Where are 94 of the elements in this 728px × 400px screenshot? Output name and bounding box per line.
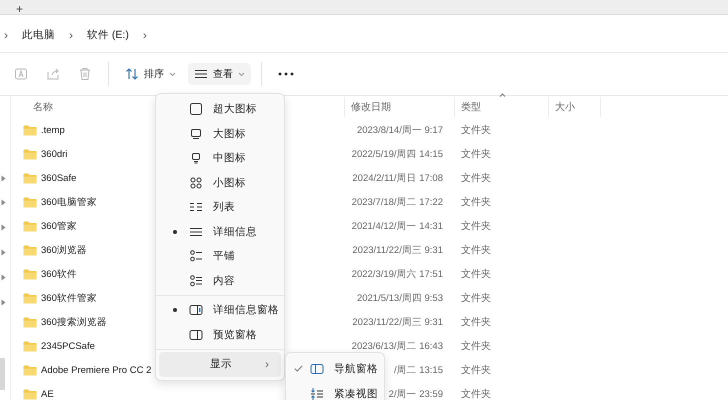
type-cell-text: 文件夹 — [460, 364, 492, 377]
lines-icon — [194, 69, 208, 79]
check-icon — [294, 364, 303, 372]
sort-button[interactable]: 排序 — [119, 63, 182, 85]
date-cell: 2/周一 23:59 — [388, 388, 443, 400]
type-cell-text: 文件夹 — [460, 196, 492, 209]
pane-icon — [189, 328, 203, 342]
file-name[interactable]: 360电脑管家 — [41, 196, 97, 208]
column-header[interactable]: 修改日期 — [345, 97, 455, 117]
menu-item[interactable]: 导航窗格 — [286, 356, 384, 381]
menu-item[interactable]: 预览窗格 — [159, 322, 281, 347]
sort-caret-icon — [499, 93, 506, 97]
folder-icon — [23, 268, 37, 280]
file-name[interactable]: 360浏览器 — [41, 244, 87, 256]
menu-item[interactable]: 大图标 — [159, 122, 281, 146]
tiles-icon — [189, 249, 203, 264]
folder-icon — [23, 172, 37, 184]
column-header[interactable]: 类型 — [455, 97, 549, 117]
file-name[interactable]: 360管家 — [41, 220, 77, 232]
pane-icon — [189, 303, 203, 318]
date-cell: 2021/5/13/周四 9:53 — [356, 292, 443, 304]
sort-arrows-icon — [125, 68, 139, 80]
compact-icon — [310, 386, 324, 400]
folder-icon — [23, 388, 37, 400]
expand-arrow-icon[interactable] — [1, 274, 6, 281]
menu-item[interactable]: 小图标 — [159, 170, 281, 195]
folder-icon — [23, 316, 37, 328]
menu-item[interactable]: 超大图标 — [159, 97, 281, 122]
menu-item[interactable]: 平铺 — [159, 244, 281, 268]
file-name[interactable]: 360Safe — [41, 172, 76, 184]
type-cell-text: 文件夹 — [460, 268, 492, 281]
date-cell: 2023/6/13/周二 16:43 — [352, 340, 443, 352]
folder-icon — [23, 148, 37, 160]
file-name[interactable]: 360软件 — [41, 268, 77, 280]
breadcrumb-separator[interactable]: › — [69, 28, 73, 42]
menu-item[interactable]: 详细信息窗格 — [159, 298, 281, 322]
type-cell-text: 文件夹 — [460, 172, 492, 185]
new-tab-button[interactable]: + — [16, 4, 24, 14]
date-cell: 2022/5/19/周四 14:15 — [352, 148, 443, 160]
type-cell-text: 文件夹 — [460, 148, 492, 161]
file-name[interactable]: 2345PCSafe — [41, 340, 95, 352]
breadcrumb-separator[interactable]: › — [4, 28, 8, 42]
type-cell-text: 文件夹 — [460, 124, 492, 137]
caret-icon — [169, 72, 176, 76]
type-cell-text: 文件夹 — [460, 340, 492, 353]
file-name[interactable]: 360dri — [41, 148, 68, 160]
square-icon — [189, 102, 203, 116]
type-cell-text: 文件夹 — [460, 388, 492, 400]
tiles-icon — [189, 274, 203, 288]
breadcrumb-separator[interactable]: › — [142, 28, 147, 42]
expand-arrow-icon[interactable] — [1, 249, 6, 256]
type-cell-text: 文件夹 — [460, 316, 492, 329]
menu-item[interactable]: 详细信息 — [159, 220, 281, 244]
breadcrumb-item[interactable]: 此电脑 — [22, 28, 55, 42]
folder-icon — [23, 244, 37, 256]
square-icon — [189, 151, 203, 166]
breadcrumb-item[interactable]: 软件 (E:) — [87, 28, 129, 42]
column-header[interactable]: 大小 — [549, 97, 601, 117]
menu-item[interactable]: 紧凑视图 — [286, 381, 384, 400]
date-cell: 2023/7/18/周二 17:22 — [352, 196, 443, 208]
file-name[interactable]: Adobe Premiere Pro CC 2 — [41, 364, 152, 376]
type-cell-text: 文件夹 — [460, 220, 492, 233]
menu-item[interactable]: 中图标 — [159, 146, 281, 170]
menu-item[interactable]: 内容 — [159, 268, 281, 293]
type-cell-text: 文件夹 — [460, 292, 492, 305]
date-cell: 2023/8/14/周一 9:17 — [356, 124, 443, 136]
folder-icon — [23, 292, 37, 304]
file-name[interactable]: .temp — [41, 124, 65, 136]
date-cell: 2022/3/19/周六 17:51 — [352, 268, 443, 280]
expand-arrow-icon[interactable] — [1, 224, 6, 231]
file-name[interactable]: 360搜索浏览器 — [41, 316, 107, 328]
date-cell: /周二 13:15 — [394, 364, 443, 376]
folder-icon — [23, 196, 37, 208]
file-name[interactable]: 360软件管家 — [41, 292, 97, 304]
folder-icon — [23, 364, 37, 376]
folder-icon — [23, 340, 37, 352]
caret-icon — [238, 72, 245, 76]
square-icon — [189, 126, 203, 141]
date-cell: 2023/11/22/周三 9:31 — [352, 316, 443, 328]
date-cell: 2023/11/22/周三 9:31 — [352, 244, 443, 256]
type-cell-text: 文件夹 — [460, 244, 492, 257]
expand-arrow-icon[interactable] — [1, 299, 6, 306]
folder-icon — [23, 220, 37, 232]
expand-arrow-icon[interactable] — [1, 175, 6, 182]
folder-icon — [23, 124, 37, 136]
expand-arrow-icon[interactable] — [1, 199, 6, 206]
menu-item[interactable]: 列表 — [159, 195, 281, 220]
view-button[interactable]: 查看 — [188, 63, 251, 85]
date-cell: 2024/2/11/周日 17:08 — [352, 172, 443, 184]
pane-icon — [310, 362, 324, 376]
menu-item[interactable]: 显示 › — [159, 352, 281, 376]
date-cell: 2021/4/12/周一 14:31 — [352, 220, 443, 232]
grid-icon — [189, 176, 203, 190]
file-name[interactable]: AE — [41, 388, 54, 400]
